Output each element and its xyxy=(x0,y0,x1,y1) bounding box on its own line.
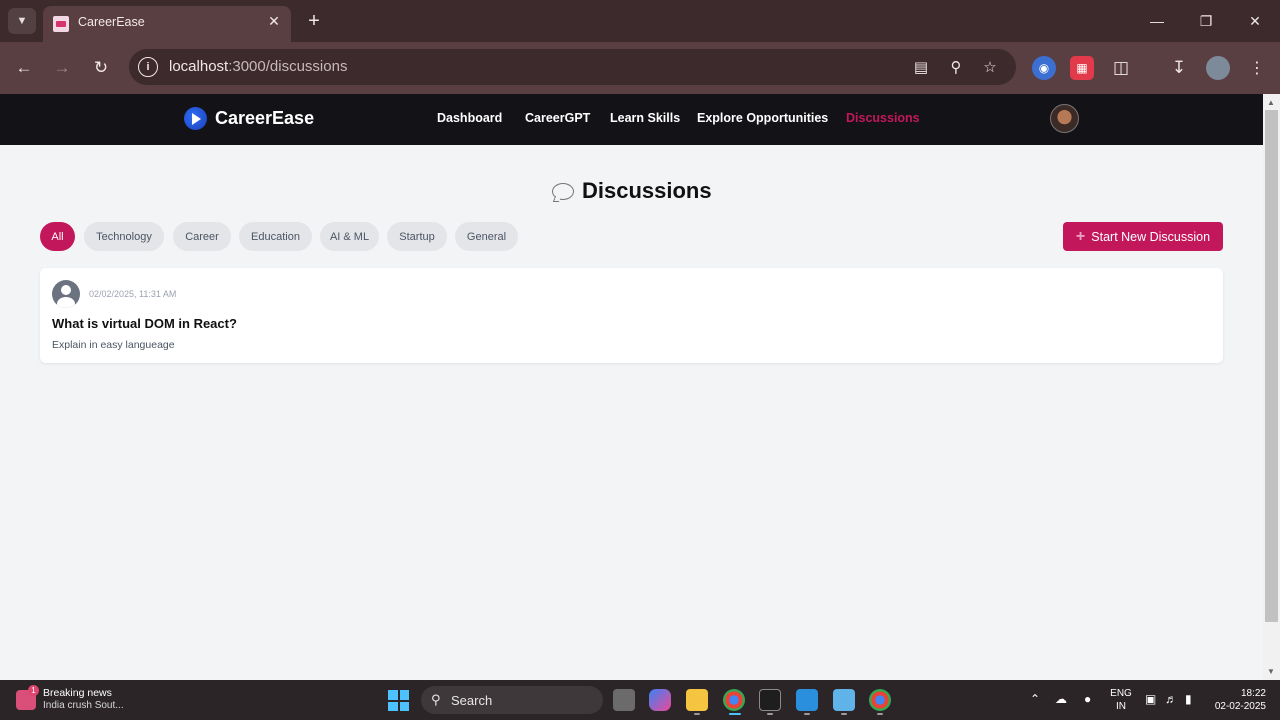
windows-start-icon[interactable] xyxy=(388,690,409,711)
url-host: localhost xyxy=(169,58,229,75)
profile-avatar[interactable] xyxy=(1206,56,1230,80)
post-date: 02/02/2025, 11:31 AM xyxy=(89,289,177,299)
chrome-icon[interactable] xyxy=(723,689,745,711)
post-title[interactable]: What is virtual DOM in React? xyxy=(52,316,237,331)
news-title[interactable]: Breaking news xyxy=(43,687,112,699)
reload-icon[interactable]: ↻ xyxy=(88,55,114,81)
microphone-icon[interactable]: ● xyxy=(1084,692,1091,706)
search-icon: ⚲ xyxy=(431,692,441,707)
app-running-indicator xyxy=(767,713,773,715)
chevron-up-icon[interactable]: ⌃ xyxy=(1030,692,1040,706)
arrow-right-icon[interactable]: → xyxy=(49,55,75,81)
page-title: Discussions xyxy=(552,178,712,204)
discussion-card[interactable]: 02/02/2025, 11:31 AM What is virtual DOM… xyxy=(40,268,1223,363)
page-content: CareerEase Dashboard CareerGPT Learn Ski… xyxy=(0,94,1263,680)
taskbar-search[interactable]: ⚲ Search xyxy=(421,686,603,714)
notification-badge: 1 xyxy=(28,685,39,696)
app-running-indicator xyxy=(804,713,810,715)
browser-toolbar: ← → ↻ i localhost:3000/discussions ▤ ⚲ ☆… xyxy=(0,42,1280,94)
chrome-profile-icon[interactable] xyxy=(869,689,891,711)
download-icon[interactable]: ↧ xyxy=(1167,56,1191,80)
browser-tab-bar: ▼ CareerEase ✕ + — ❐ ✕ xyxy=(0,0,1280,42)
install-app-icon[interactable]: ▤ xyxy=(910,56,932,78)
restore-button[interactable]: ❐ xyxy=(1190,8,1222,34)
filter-education[interactable]: Education xyxy=(239,222,312,251)
user-avatar[interactable] xyxy=(1050,104,1079,133)
post-body: Explain in easy langueage xyxy=(52,339,175,351)
nav-explore-opportunities[interactable]: Explore Opportunities xyxy=(697,111,828,125)
weather-icon[interactable]: ☁ xyxy=(1055,692,1067,706)
url-text[interactable]: localhost:3000/discussions xyxy=(169,58,347,75)
vscode-icon[interactable] xyxy=(796,689,818,711)
filter-all[interactable]: All xyxy=(40,222,75,251)
info-icon[interactable]: i xyxy=(138,57,158,77)
play-logo-icon xyxy=(184,107,207,130)
star-icon[interactable]: ☆ xyxy=(979,56,1001,78)
filter-ai-ml[interactable]: AI & ML xyxy=(320,222,379,251)
file-explorer-icon[interactable] xyxy=(686,689,708,711)
brand-name: CareerEase xyxy=(215,108,315,128)
clock-time[interactable]: 18:22 xyxy=(1212,688,1266,699)
new-tab-button[interactable]: + xyxy=(303,10,325,32)
close-window-button[interactable]: ✕ xyxy=(1239,8,1271,34)
nav-dashboard[interactable]: Dashboard xyxy=(437,111,502,125)
nav-learn-skills[interactable]: Learn Skills xyxy=(610,111,680,125)
nav-discussions[interactable]: Discussions xyxy=(846,111,920,125)
zoom-icon[interactable]: ⚲ xyxy=(945,56,967,78)
app-active-indicator xyxy=(729,713,741,715)
browser-tab[interactable]: CareerEase ✕ xyxy=(43,6,291,42)
close-icon[interactable]: ✕ xyxy=(265,12,283,30)
page-scrollbar[interactable]: ▲ ▼ xyxy=(1263,94,1280,680)
language-indicator[interactable]: ENG xyxy=(1108,688,1134,699)
clock-date[interactable]: 02-02-2025 xyxy=(1204,701,1266,712)
tab-list-button[interactable]: ▼ xyxy=(8,8,36,34)
url-path: :3000/discussions xyxy=(228,58,348,75)
volume-icon[interactable]: ♬ xyxy=(1165,692,1177,706)
filter-technology[interactable]: Technology xyxy=(84,222,164,251)
chevron-down-icon: ▼ xyxy=(16,15,28,27)
notepad-icon[interactable] xyxy=(833,689,855,711)
extension-shield-icon[interactable]: ◉ xyxy=(1032,56,1056,80)
scroll-up-icon[interactable]: ▲ xyxy=(1267,98,1275,107)
favicon-icon xyxy=(53,16,69,32)
nav-careergpt[interactable]: CareerGPT xyxy=(525,111,590,125)
network-icon[interactable]: ▣ xyxy=(1145,692,1156,706)
plus-icon: + xyxy=(1075,227,1086,245)
terminal-icon[interactable] xyxy=(759,689,781,711)
scrollbar-thumb[interactable] xyxy=(1265,110,1278,622)
filter-general[interactable]: General xyxy=(455,222,518,251)
battery-icon[interactable]: ▮ xyxy=(1185,692,1192,706)
copilot-icon[interactable] xyxy=(649,689,671,711)
brand[interactable]: CareerEase xyxy=(184,107,314,130)
speech-bubble-icon xyxy=(552,182,574,200)
tab-title: CareerEase xyxy=(78,15,145,29)
scroll-down-icon[interactable]: ▼ xyxy=(1267,667,1275,676)
site-navbar: CareerEase Dashboard CareerGPT Learn Ski… xyxy=(0,94,1263,145)
region-indicator[interactable]: IN xyxy=(1108,701,1134,712)
filter-startup[interactable]: Startup xyxy=(387,222,447,251)
filter-career[interactable]: Career xyxy=(173,222,231,251)
user-placeholder-icon xyxy=(52,280,80,308)
news-subtitle[interactable]: India crush Sout... xyxy=(43,700,124,711)
minimize-button[interactable]: — xyxy=(1141,8,1173,34)
kebab-menu-icon[interactable]: ⋮ xyxy=(1245,56,1269,80)
taskbar-search-label: Search xyxy=(451,693,493,708)
task-view-icon[interactable] xyxy=(613,689,635,711)
start-new-discussion-label: Start New Discussion xyxy=(1091,229,1211,244)
os-taskbar: 1 Breaking news India crush Sout... ⚲ Se… xyxy=(0,680,1280,720)
app-running-indicator xyxy=(877,713,883,715)
arrow-left-icon[interactable]: ← xyxy=(11,55,37,81)
extension-calendar-icon[interactable]: ▦ xyxy=(1070,56,1094,80)
page-title-text: Discussions xyxy=(582,178,712,203)
address-bar[interactable]: i localhost:3000/discussions ▤ ⚲ ☆ xyxy=(129,49,1016,85)
start-new-discussion-button[interactable]: + Start New Discussion xyxy=(1063,222,1223,251)
puzzle-icon[interactable]: ◫ xyxy=(1109,56,1133,80)
app-running-indicator xyxy=(841,713,847,715)
app-running-indicator xyxy=(694,713,700,715)
